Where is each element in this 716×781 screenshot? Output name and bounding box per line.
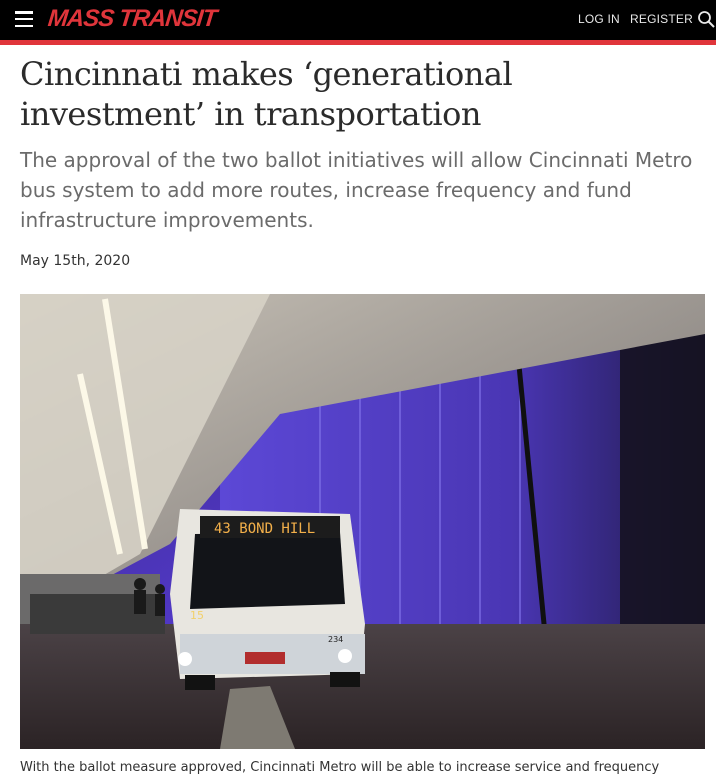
bus-fleet-number: 234	[328, 635, 343, 644]
hamburger-menu-icon[interactable]	[15, 11, 33, 28]
login-link[interactable]: LOG IN	[578, 12, 620, 26]
bus: 43 BOND HILL 15 234	[170, 509, 365, 690]
top-navigation-bar: Mass Transit LOG IN REGISTER	[0, 0, 716, 40]
image-caption: With the ballot measure approved, Cincin…	[20, 760, 660, 775]
article-hero-image[interactable]: 43 BOND HILL 15 234	[20, 294, 705, 749]
article-subheadline: The approval of the two ballot initiativ…	[20, 148, 693, 232]
article-headline: Cincinnati makes ‘generational investmen…	[20, 55, 513, 133]
bus-route-number: 15	[190, 609, 204, 622]
bus-at-night-photo: 43 BOND HILL 15 234	[20, 294, 705, 749]
bus-destination-sign: 43 BOND HILL	[214, 521, 315, 537]
header-accent-line	[0, 40, 716, 45]
site-logo[interactable]: Mass Transit	[46, 3, 218, 35]
search-icon[interactable]	[697, 10, 716, 29]
register-link[interactable]: REGISTER	[630, 12, 693, 26]
article-date: May 15th, 2020	[20, 253, 131, 269]
